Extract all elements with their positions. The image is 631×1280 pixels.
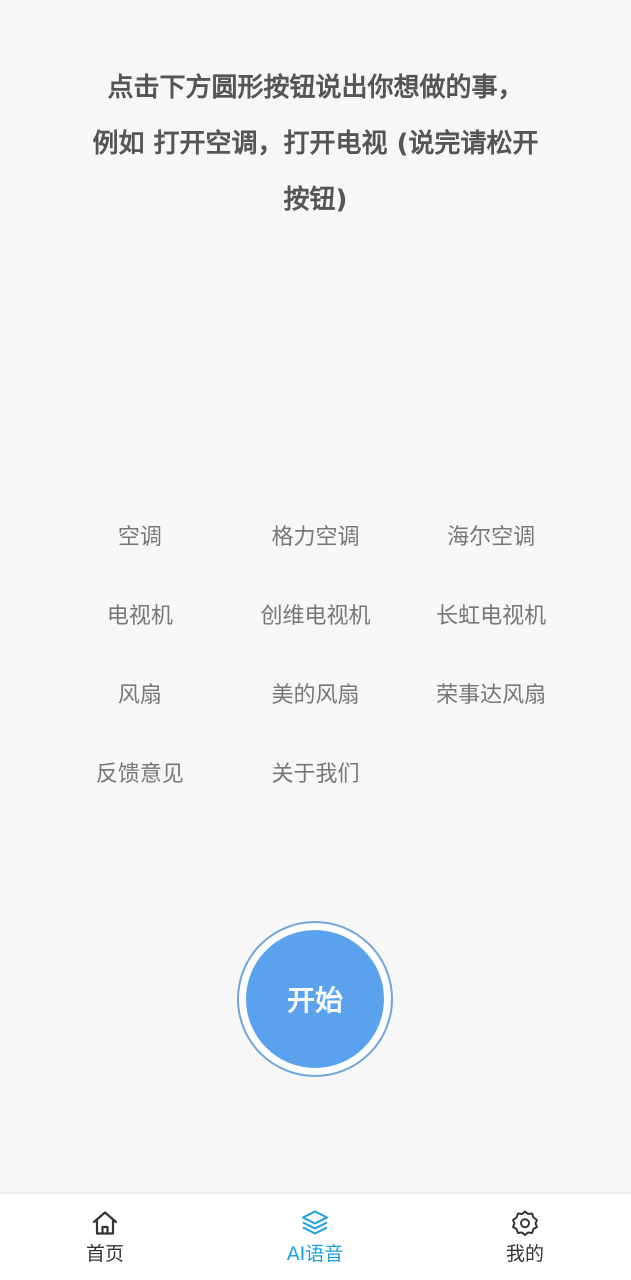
tab-mine-label: 我的 (505, 1243, 544, 1265)
layers-icon (302, 1210, 328, 1235)
command-item[interactable]: 风扇 (52, 653, 228, 732)
feedback-link[interactable]: 反馈意见 (52, 732, 228, 811)
start-button[interactable]: 开始 (246, 930, 384, 1068)
instruction-text: 点击下方圆形按钮说出你想做的事， 例如 打开空调，打开电视 (说完请松开 按钮) (70, 60, 561, 228)
tab-ai-voice[interactable]: AI语音 (270, 1208, 360, 1266)
command-item[interactable]: 电视机 (52, 574, 228, 653)
instruction-line-2: 例如 打开空调，打开电视 (说完请松开 (92, 129, 539, 159)
about-us-link[interactable]: 关于我们 (228, 732, 404, 811)
start-button-ring: 开始 (237, 921, 393, 1077)
home-icon (92, 1211, 118, 1235)
tab-home-label: 首页 (85, 1243, 124, 1265)
command-item[interactable]: 空调 (52, 495, 228, 574)
instruction-line-1: 点击下方圆形按钮说出你想做的事， (107, 73, 524, 103)
instruction-line-3: 按钮) (283, 185, 348, 215)
tab-home[interactable]: 首页 (60, 1208, 150, 1266)
command-item[interactable]: 创维电视机 (228, 574, 404, 653)
bottom-tab-bar: 首页 AI语音 我的 (0, 1192, 631, 1280)
tab-ai-voice-label: AI语音 (286, 1243, 344, 1265)
command-item[interactable]: 荣事达风扇 (403, 653, 579, 732)
command-item[interactable]: 美的风扇 (228, 653, 404, 732)
command-item[interactable]: 海尔空调 (403, 495, 579, 574)
command-item[interactable]: 长虹电视机 (403, 574, 579, 653)
command-grid: 空调 格力空调 海尔空调 电视机 创维电视机 长虹电视机 风扇 美的风扇 荣事达… (52, 495, 579, 811)
command-item[interactable]: 格力空调 (228, 495, 404, 574)
tab-mine[interactable]: 我的 (480, 1208, 570, 1266)
gear-icon (512, 1210, 538, 1236)
